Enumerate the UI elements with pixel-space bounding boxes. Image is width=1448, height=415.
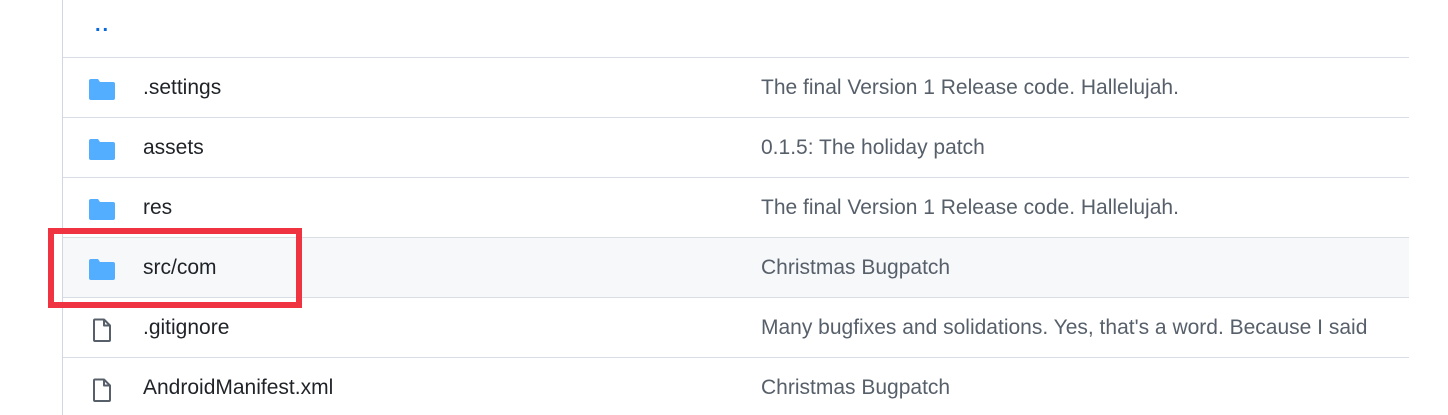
- commit-message-link[interactable]: Many bugfixes and solidations. Yes, that…: [761, 298, 1367, 358]
- folder-icon: [89, 198, 115, 220]
- commit-message-link[interactable]: The final Version 1 Release code. Hallel…: [761, 178, 1179, 238]
- folder-icon: [89, 138, 115, 160]
- table-row[interactable]: AndroidManifest.xml Christmas Bugpatch: [63, 358, 1409, 415]
- file-icon: [89, 318, 115, 342]
- parent-directory-row[interactable]: ..: [63, 0, 1409, 58]
- table-row[interactable]: src/com Christmas Bugpatch: [63, 238, 1409, 298]
- table-row[interactable]: assets 0.1.5: The holiday patch: [63, 118, 1409, 178]
- file-name-link[interactable]: src/com: [143, 238, 217, 298]
- commit-message-link[interactable]: Christmas Bugpatch: [761, 238, 950, 298]
- table-row[interactable]: .settings The final Version 1 Release co…: [63, 58, 1409, 118]
- commit-message-link[interactable]: The final Version 1 Release code. Hallel…: [761, 58, 1179, 118]
- folder-icon: [89, 78, 115, 100]
- file-list-table: .. .settings The final Version 1 Release…: [62, 0, 1409, 415]
- folder-icon: [89, 258, 115, 280]
- table-row[interactable]: .gitignore Many bugfixes and solidations…: [63, 298, 1409, 358]
- parent-directory-link[interactable]: ..: [95, 14, 110, 37]
- file-name-link[interactable]: .gitignore: [143, 298, 229, 358]
- file-name-link[interactable]: AndroidManifest.xml: [143, 358, 333, 415]
- file-name-link[interactable]: assets: [143, 118, 204, 178]
- commit-message-link[interactable]: 0.1.5: The holiday patch: [761, 118, 985, 178]
- file-icon: [89, 378, 115, 402]
- file-name-link[interactable]: res: [143, 178, 172, 238]
- commit-message-link[interactable]: Christmas Bugpatch: [761, 358, 950, 415]
- table-row[interactable]: res The final Version 1 Release code. Ha…: [63, 178, 1409, 238]
- file-name-link[interactable]: .settings: [143, 58, 221, 118]
